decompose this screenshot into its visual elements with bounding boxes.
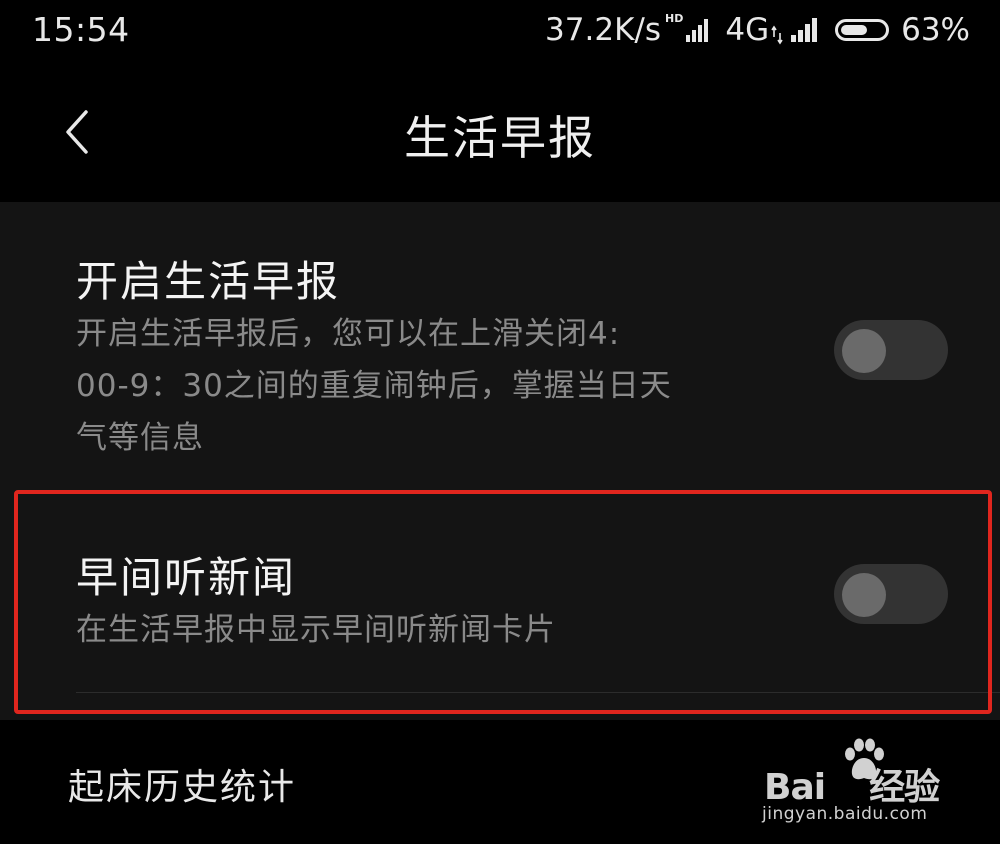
watermark-brand-left: Bai <box>764 767 826 808</box>
status-time: 15:54 <box>32 10 130 49</box>
status-indicators: 37.2K/s HD 4G 63% <box>545 10 970 50</box>
toggle-knob <box>842 329 886 373</box>
header-bar: 生活早报 <box>0 62 1000 202</box>
watermark-brand: Bai 经验 <box>764 758 940 810</box>
network-type: 4G <box>725 12 770 48</box>
description-line: 气等信息 <box>76 420 204 456</box>
watermark-url: jingyan.baidu.com <box>762 804 928 824</box>
signal-icon <box>686 19 709 42</box>
setting-row-enable-briefing[interactable]: 开启生活早报 开启生活早报后，您可以在上滑关闭4: 00-9：30之间的重复闹钟… <box>0 202 1000 492</box>
status-bar: 15:54 37.2K/s HD 4G 63% <box>0 0 1000 62</box>
battery-level-fill <box>841 25 868 35</box>
hd-badge: HD <box>665 11 684 25</box>
page-title: 生活早报 <box>404 111 596 165</box>
signal-icon-2 <box>791 18 818 42</box>
wake-history-label: 起床历史统计 <box>68 767 297 808</box>
battery-icon <box>835 19 890 41</box>
battery-percent: 63% <box>901 12 970 48</box>
setting-description: 开启生活早报后，您可以在上滑关闭4: 00-9：30之间的重复闹钟后，掌握当日天… <box>76 308 796 464</box>
data-arrows-icon <box>771 25 783 45</box>
description-line: 开启生活早报后，您可以在上滑关闭4: <box>76 316 621 352</box>
watermark-brand-right: 经验 <box>869 767 940 808</box>
highlight-box <box>14 490 992 714</box>
setting-title: 开启生活早报 <box>76 257 341 306</box>
network-speed: 37.2K/s <box>545 12 661 48</box>
baidu-jingyan-watermark: Bai 经验 jingyan.baidu.com <box>762 738 942 824</box>
enable-briefing-toggle[interactable] <box>834 320 948 380</box>
description-line: 00-9：30之间的重复闹钟后，掌握当日天 <box>76 368 672 404</box>
